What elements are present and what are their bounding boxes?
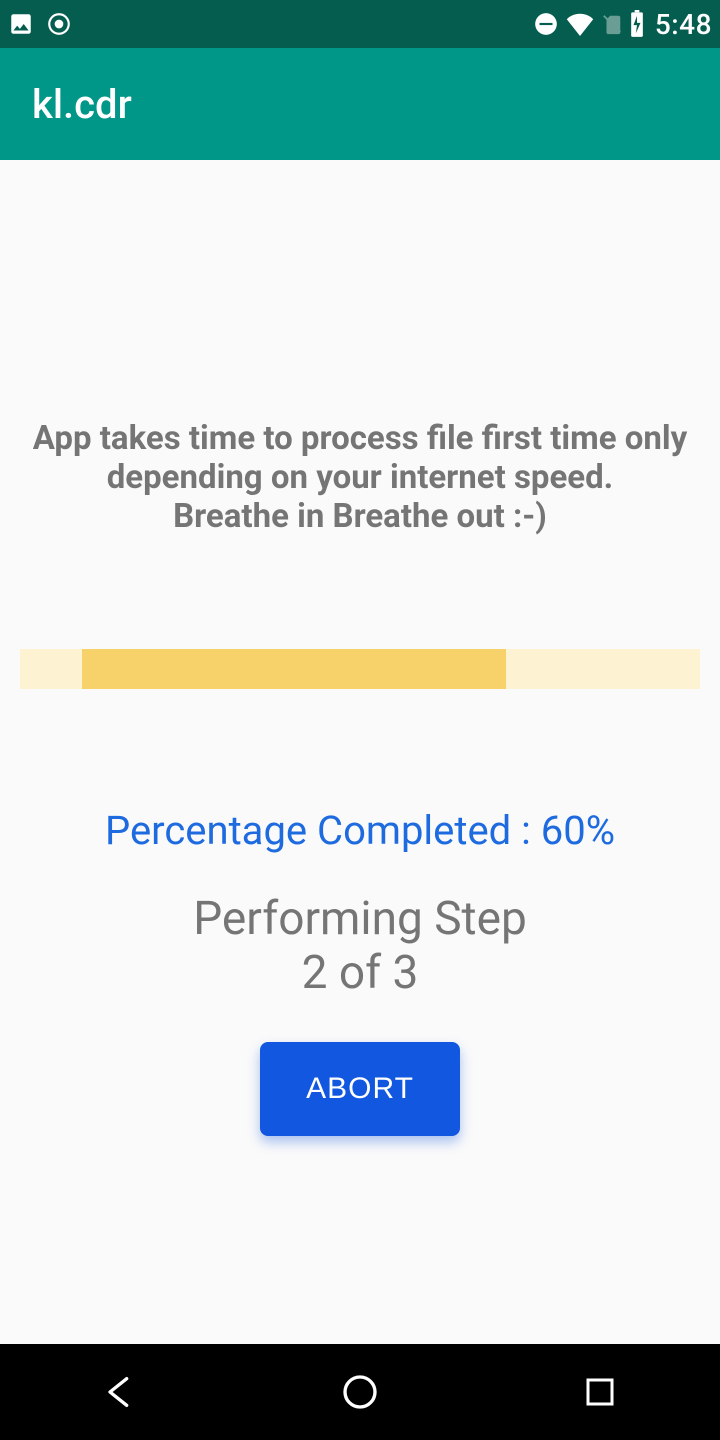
back-icon[interactable] bbox=[94, 1366, 146, 1418]
screen-root: 5:48 kl.cdr App takes time to process fi… bbox=[0, 0, 720, 1440]
progress-fill bbox=[82, 649, 506, 689]
percentage-completed-label: Percentage Completed : 60% bbox=[105, 807, 615, 854]
app-bar: kl.cdr bbox=[0, 48, 720, 160]
image-icon bbox=[8, 11, 34, 37]
wifi-icon bbox=[565, 12, 595, 36]
info-line: depending on your internet speed. bbox=[33, 459, 687, 498]
navigation-bar bbox=[0, 1344, 720, 1440]
content-area: App takes time to process file first tim… bbox=[0, 160, 720, 1344]
target-icon bbox=[46, 11, 72, 37]
info-line: Breathe in Breathe out :-) bbox=[33, 498, 687, 537]
battery-charging-icon bbox=[629, 10, 645, 38]
no-sim-icon bbox=[601, 11, 623, 37]
info-line: App takes time to process file first tim… bbox=[33, 420, 687, 459]
step-line: 2 of 3 bbox=[193, 946, 527, 1000]
status-right-icons: 5:48 bbox=[533, 8, 712, 41]
status-left-icons bbox=[8, 11, 72, 37]
step-indicator: Performing Step 2 of 3 bbox=[193, 892, 527, 1001]
status-time: 5:48 bbox=[655, 8, 712, 41]
home-icon[interactable] bbox=[334, 1366, 386, 1418]
info-message: App takes time to process file first tim… bbox=[33, 420, 687, 537]
step-line: Performing Step bbox=[193, 892, 527, 946]
abort-button[interactable]: ABORT bbox=[260, 1042, 460, 1136]
progress-bar bbox=[20, 649, 700, 689]
status-bar: 5:48 bbox=[0, 0, 720, 48]
do-not-disturb-icon bbox=[533, 11, 559, 37]
app-title: kl.cdr bbox=[32, 81, 132, 128]
recent-apps-icon[interactable] bbox=[574, 1366, 626, 1418]
